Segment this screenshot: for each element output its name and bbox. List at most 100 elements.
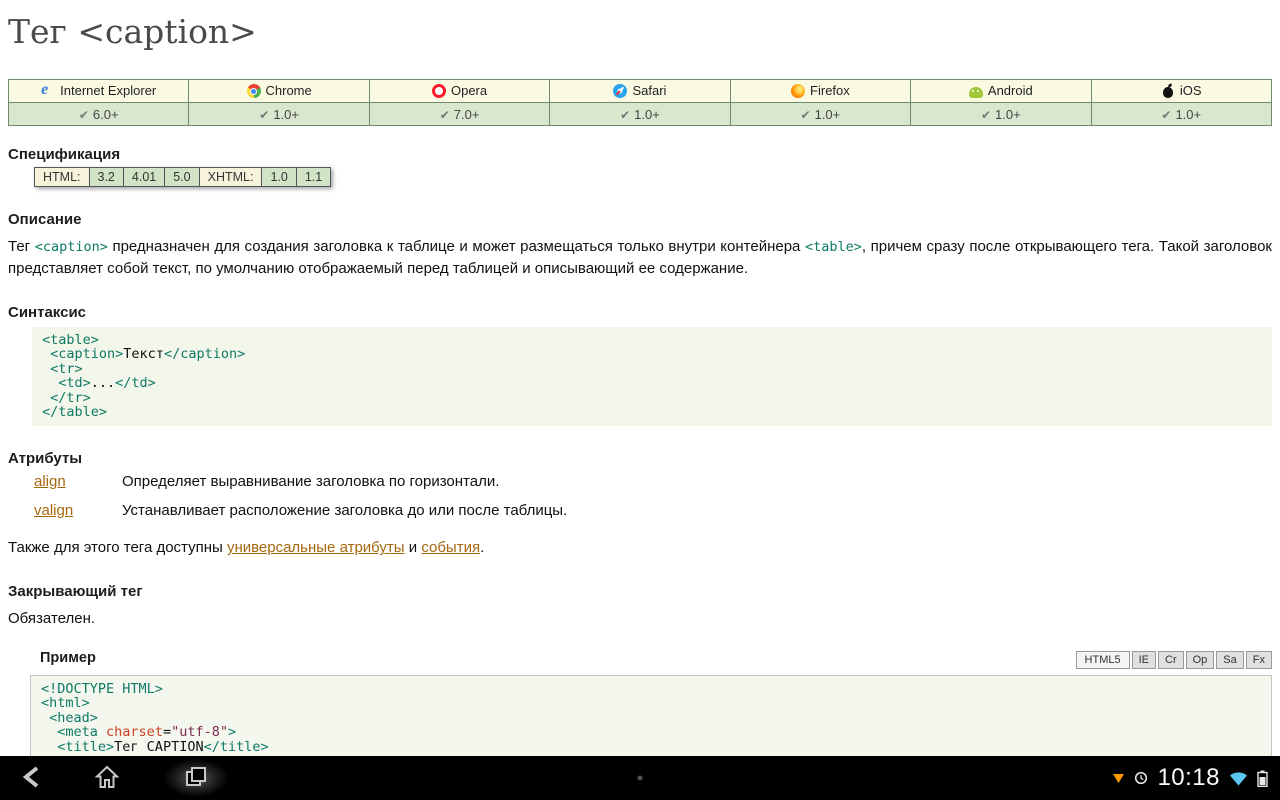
status-cluster: 10:18 <box>1112 756 1268 800</box>
example-section: Пример HTML5IECrOpSaFx <!DOCTYPE HTML><h… <box>30 650 1272 756</box>
check-icon: ✔ <box>1161 108 1171 122</box>
browser-version-cell: ✔1.0+ <box>911 103 1091 126</box>
navbar-center-dot <box>638 776 643 781</box>
ie-icon <box>41 84 55 98</box>
attribute-link-valign[interactable]: valign <box>34 502 122 519</box>
example-header: Пример HTML5IECrOpSaFx <box>30 650 1272 669</box>
navigation-buttons <box>16 756 228 800</box>
browser-header-cell: Safari <box>550 80 730 103</box>
note-text: Также для этого тега доступны <box>8 539 227 556</box>
tab-html5[interactable]: HTML5 <box>1076 651 1130 669</box>
alarm-icon <box>1134 771 1148 785</box>
tab-fx[interactable]: Fx <box>1246 651 1272 669</box>
description-heading: Описание <box>8 211 1272 228</box>
spec-cell: HTML: <box>34 167 90 187</box>
notification-icon <box>1112 772 1125 784</box>
check-icon: ✔ <box>440 108 450 122</box>
safari-icon <box>613 84 627 98</box>
code-line: </tr> <box>42 391 1262 406</box>
spec-cell: 1.1 <box>297 167 331 187</box>
android-navigation-bar: 10:18 <box>0 756 1280 800</box>
attributes-heading: Атрибуты <box>8 450 1272 467</box>
opera-icon <box>432 84 446 98</box>
android-icon <box>969 87 983 98</box>
syntax-code-block: <table> <caption>Текст</caption> <tr> <t… <box>32 327 1272 427</box>
note-text: и <box>405 539 422 556</box>
recent-apps-icon <box>183 764 209 793</box>
browser-version-cell: ✔7.0+ <box>369 103 549 126</box>
inline-code-tag: <caption> <box>35 239 108 255</box>
home-button[interactable] <box>90 761 124 795</box>
closing-tag-heading: Закрывающий тег <box>8 583 1272 600</box>
browser-version-cell: ✔6.0+ <box>9 103 189 126</box>
browser-version-cell: ✔1.0+ <box>1091 103 1271 126</box>
browser-version-cell: ✔1.0+ <box>730 103 910 126</box>
attribute-description: Определяет выравнивание заголовка по гор… <box>122 473 499 490</box>
tab-op[interactable]: Op <box>1186 651 1215 669</box>
code-line: <tr> <box>42 362 1262 377</box>
status-clock: 10:18 <box>1157 764 1220 792</box>
page-title: Тег <caption> <box>8 12 1272 51</box>
check-icon: ✔ <box>620 108 630 122</box>
check-icon: ✔ <box>259 108 269 122</box>
syntax-heading: Синтаксис <box>8 304 1272 321</box>
tab-ie[interactable]: IE <box>1132 651 1156 669</box>
browser-names-row: Internet ExplorerChromeOperaSafariFirefo… <box>9 80 1272 103</box>
browser-version-cell: ✔1.0+ <box>550 103 730 126</box>
inline-code-tag: <table> <box>805 239 862 255</box>
spec-cell: 5.0 <box>165 167 199 187</box>
back-button[interactable] <box>16 761 50 795</box>
specification-table: HTML:3.24.015.0XHTML:1.01.1 <box>34 167 331 187</box>
universal-attributes-link[interactable]: универсальные атрибуты <box>227 539 405 556</box>
description-paragraph: Тег <caption> предназначен для создания … <box>8 236 1272 280</box>
spec-cell: 3.2 <box>90 167 124 187</box>
check-icon: ✔ <box>801 108 811 122</box>
events-link[interactable]: события <box>421 539 480 556</box>
browser-header-cell: Android <box>911 80 1091 103</box>
universal-attributes-note: Также для этого тега доступны универсаль… <box>8 537 1272 559</box>
code-line: <caption>Текст</caption> <box>42 347 1262 362</box>
code-line: <td>...</td> <box>42 376 1262 391</box>
code-line: <!DOCTYPE HTML> <box>41 682 1261 697</box>
example-heading: Пример <box>40 650 96 666</box>
browser-support-table: Internet ExplorerChromeOperaSafariFirefo… <box>8 79 1272 126</box>
attributes-list: alignОпределяет выравнивание заголовка п… <box>34 473 1272 519</box>
browser-version-cell: ✔1.0+ <box>189 103 369 126</box>
browser-header-cell: Chrome <box>189 80 369 103</box>
example-tabs: HTML5IECrOpSaFx <box>1074 651 1272 669</box>
example-code-block: <!DOCTYPE HTML><html> <head> <meta chars… <box>30 675 1272 756</box>
apple-icon <box>1161 84 1175 98</box>
tab-cr[interactable]: Cr <box>1158 651 1184 669</box>
code-line: <html> <box>41 696 1261 711</box>
attribute-row: alignОпределяет выравнивание заголовка п… <box>34 473 1272 490</box>
description-text: Тег <box>8 238 35 255</box>
spec-cell: 1.0 <box>262 167 296 187</box>
code-line: <meta charset="utf-8"> <box>41 725 1261 740</box>
back-icon <box>20 764 46 793</box>
specification-heading: Спецификация <box>8 146 1272 163</box>
attribute-row: valignУстанавливает расположение заголов… <box>34 502 1272 519</box>
battery-icon <box>1257 770 1268 787</box>
check-icon: ✔ <box>981 108 991 122</box>
recent-apps-button[interactable] <box>164 759 228 797</box>
closing-tag-text: Обязателен. <box>8 608 1272 630</box>
tablet-screen: Тег <caption> Internet ExplorerChromeOpe… <box>0 0 1280 800</box>
browser-header-cell: iOS <box>1091 80 1271 103</box>
code-line: <table> <box>42 333 1262 348</box>
tab-sa[interactable]: Sa <box>1216 651 1243 669</box>
home-icon <box>94 764 120 793</box>
firefox-icon <box>791 84 805 98</box>
code-line: </table> <box>42 405 1262 420</box>
description-text: предназначен для создания заголовка к та… <box>108 238 805 255</box>
wifi-icon <box>1229 771 1248 786</box>
attribute-link-align[interactable]: align <box>34 473 122 490</box>
browser-header-cell: Internet Explorer <box>9 80 189 103</box>
chrome-icon <box>247 84 261 98</box>
code-line: <head> <box>41 711 1261 726</box>
spec-cell: XHTML: <box>200 167 263 187</box>
webpage-content: Тег <caption> Internet ExplorerChromeOpe… <box>0 0 1280 756</box>
check-icon: ✔ <box>79 108 89 122</box>
note-text: . <box>480 539 484 556</box>
browser-header-cell: Firefox <box>730 80 910 103</box>
browser-versions-row: ✔6.0+✔1.0+✔7.0+✔1.0+✔1.0+✔1.0+✔1.0+ <box>9 103 1272 126</box>
